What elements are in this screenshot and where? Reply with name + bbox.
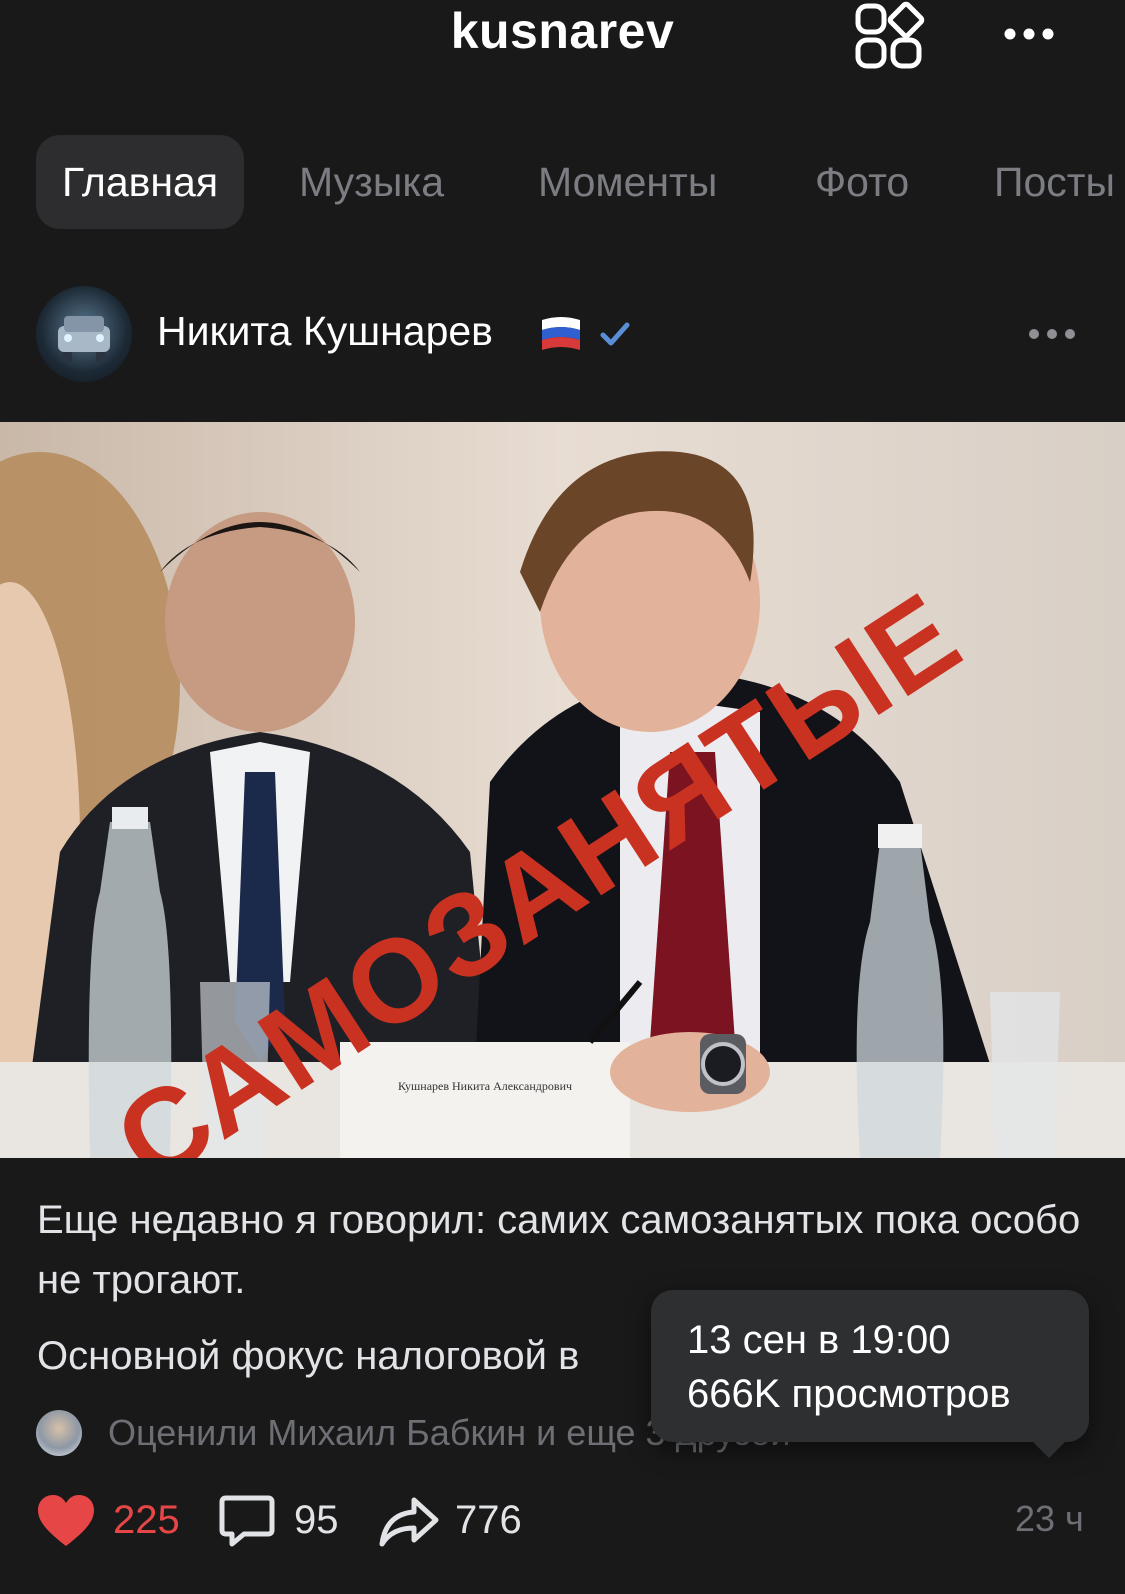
post-date-tooltip: 13 сен в 19:00 666K просмотров <box>651 1290 1089 1458</box>
author-avatar[interactable] <box>36 286 132 382</box>
tooltip-date: 13 сен в 19:00 <box>687 1318 951 1362</box>
profile-tabs: Главная Музыка Моменты Фото Посты <box>0 135 1125 231</box>
name-card-text: Кушнарев Никита Александрович <box>398 1079 572 1093</box>
author-name[interactable]: Никита Кушнарев <box>157 308 493 355</box>
russia-flag-icon <box>538 312 584 358</box>
shares-count[interactable]: 776 <box>455 1492 522 1548</box>
post-time[interactable]: 23 ч <box>1015 1498 1084 1540</box>
post-more-icon[interactable] <box>1026 316 1080 352</box>
like-heart-icon[interactable] <box>36 1494 96 1553</box>
verified-check-icon <box>597 316 633 352</box>
tab-music[interactable]: Музыка <box>299 135 444 229</box>
profile-title: kusnarev <box>450 3 675 59</box>
tab-moments[interactable]: Моменты <box>538 135 717 229</box>
more-options-icon[interactable] <box>1000 14 1064 54</box>
comment-icon[interactable] <box>218 1494 276 1555</box>
friend-avatar <box>36 1410 82 1456</box>
tooltip-views: 666K просмотров <box>687 1372 1011 1416</box>
tab-main[interactable]: Главная <box>36 135 245 229</box>
tab-photo[interactable]: Фото <box>815 135 909 229</box>
tab-posts[interactable]: Посты <box>994 135 1115 229</box>
tooltip-tail <box>1031 1440 1067 1458</box>
apps-grid-icon[interactable] <box>854 0 926 72</box>
likes-count[interactable]: 225 <box>113 1492 180 1548</box>
top-bar: kusnarev <box>0 0 1125 80</box>
share-arrow-icon[interactable] <box>378 1494 440 1555</box>
post-header: Никита Кушнарев <box>0 286 1125 386</box>
post-actions: 225 95 776 23 ч <box>0 1490 1125 1554</box>
post-photo[interactable]: Кушнарев Никита Александрович САМОЗАНЯТЫ… <box>0 422 1125 1158</box>
comments-count[interactable]: 95 <box>294 1492 339 1548</box>
